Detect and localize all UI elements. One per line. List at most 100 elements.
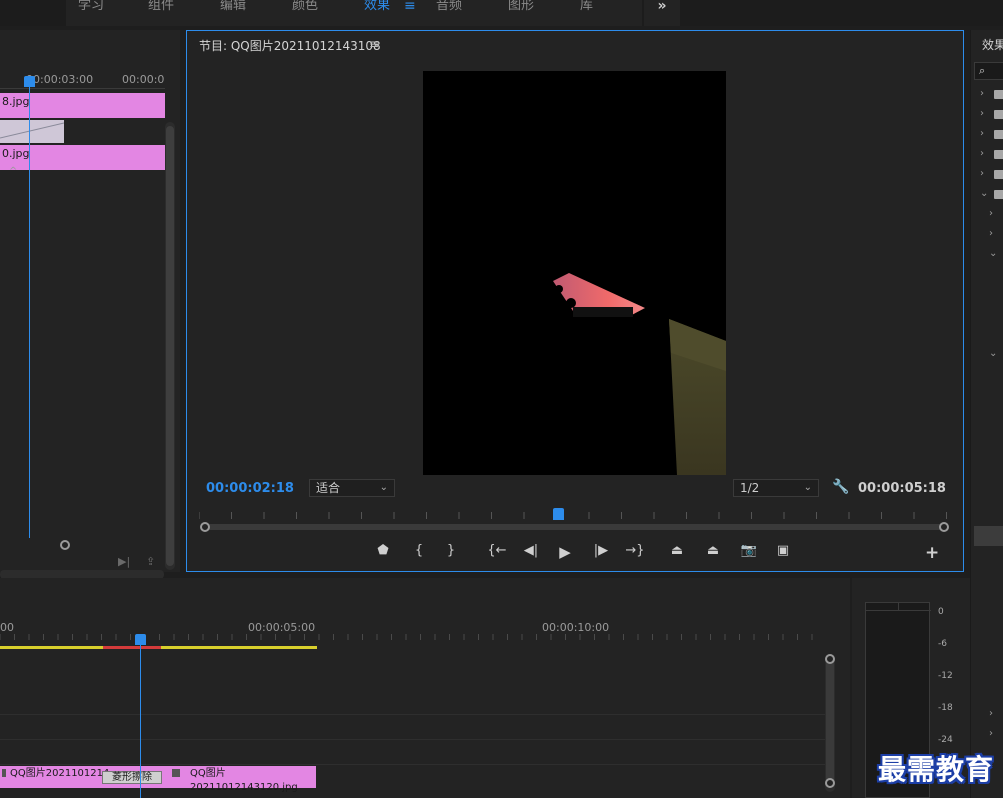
panel-menu-icon[interactable]: ≡ — [369, 37, 379, 51]
track-divider — [0, 739, 825, 740]
effects-folder[interactable]: › — [971, 148, 1003, 162]
effects-folder-open[interactable]: ⌄ — [971, 188, 1003, 202]
export-icon[interactable]: ⇪ — [146, 555, 155, 568]
transition-label[interactable]: 菱形擦除 — [102, 771, 162, 784]
fit-dropdown-value: 适合 — [316, 481, 341, 495]
effects-subfolder[interactable]: › — [971, 228, 1003, 242]
db-label: -6 — [938, 639, 947, 649]
scroll-thumb[interactable] — [166, 126, 174, 566]
step-back-button[interactable]: ◀| — [521, 543, 541, 558]
zoom-handle[interactable] — [60, 540, 70, 550]
timeline-playhead-handle[interactable] — [135, 634, 146, 645]
extract-button[interactable]: ⏏ — [703, 543, 723, 558]
mark-in-button[interactable]: { — [409, 543, 429, 558]
video-preview[interactable] — [423, 71, 726, 475]
folder-icon — [994, 110, 1003, 119]
db-label: -18 — [938, 703, 953, 713]
duration-timecode: 00:00:05:18 — [858, 481, 946, 496]
step-forward-button[interactable]: |▶ — [591, 543, 611, 558]
tab-libraries[interactable]: 库 — [580, 0, 593, 14]
timeline-playhead-line — [140, 638, 141, 798]
meter-divider — [898, 603, 899, 611]
image-icon — [172, 769, 180, 777]
tab-assembly[interactable]: 组件 — [148, 0, 174, 14]
program-title: 节目: QQ图片20211012143108 — [199, 39, 381, 53]
effects-item-selected[interactable] — [974, 526, 1003, 546]
chevron-right-icon: › — [980, 108, 984, 119]
chevron-right-icon: › — [989, 228, 993, 239]
ruler-time-label: 00 — [0, 621, 14, 634]
chevron-right-icon: › — [989, 208, 993, 219]
tab-learn[interactable]: 学习 — [78, 0, 104, 14]
effects-subfolder-open[interactable]: ⌄ — [971, 248, 1003, 262]
scroll-bottom-handle[interactable] — [825, 778, 835, 788]
playhead-handle[interactable] — [24, 76, 35, 87]
resolution-dropdown[interactable]: 1/2 ⌄ — [733, 479, 819, 497]
current-timecode[interactable]: 00:00:02:18 — [206, 481, 294, 496]
chevron-right-icon: › — [980, 88, 984, 99]
program-playhead[interactable] — [553, 508, 565, 520]
chevron-down-icon: ⌄ — [980, 188, 989, 199]
compare-view-button[interactable]: ▣ — [773, 543, 793, 558]
tab-effects[interactable]: 效果 — [364, 0, 390, 14]
program-time-ruler[interactable] — [199, 509, 949, 521]
lift-button[interactable]: ⏏ — [667, 543, 687, 558]
play-button[interactable]: ▶ — [555, 543, 575, 561]
effects-subfolder[interactable]: › — [971, 208, 1003, 222]
ruler-divider — [0, 88, 165, 89]
scrub-start-handle[interactable] — [200, 522, 210, 532]
db-label: -24 — [938, 735, 953, 745]
effects-folder[interactable]: › — [971, 88, 1003, 102]
effects-subfolder[interactable]: › — [971, 728, 1003, 742]
track-divider — [0, 714, 825, 715]
transition-clip[interactable] — [0, 120, 64, 143]
program-scrub-bar[interactable] — [203, 524, 943, 530]
mark-out-button[interactable]: } — [441, 543, 461, 558]
more-workspaces-button[interactable]: » — [644, 0, 680, 26]
chevron-up-icon: ^ — [9, 166, 18, 177]
tab-editing[interactable]: 编辑 — [220, 0, 246, 14]
hamburger-icon[interactable]: ≡ — [404, 0, 416, 14]
folder-icon — [994, 130, 1003, 139]
fit-dropdown[interactable]: 适合 ⌄ — [309, 479, 395, 497]
scrub-end-handle[interactable] — [939, 522, 949, 532]
wrench-icon[interactable]: 🔧 — [832, 479, 849, 495]
ruler-time-label: 00:00:10:00 — [542, 621, 610, 634]
go-to-in-button[interactable]: {← — [487, 543, 507, 558]
timeline-ruler[interactable] — [0, 578, 825, 640]
effects-folder[interactable]: › — [971, 108, 1003, 122]
effects-folder[interactable]: › — [971, 128, 1003, 142]
add-button[interactable]: + — [925, 543, 939, 563]
track-output-icon[interactable]: ▶| — [118, 555, 130, 568]
db-label: 0 — [938, 607, 944, 617]
effects-search-input[interactable]: ⌕ — [974, 62, 1003, 80]
tab-color[interactable]: 颜色 — [292, 0, 318, 14]
video-frame-image — [541, 273, 726, 475]
vertical-scrollbar[interactable] — [165, 122, 175, 570]
effects-subfolder-open[interactable]: ⌄ — [971, 348, 1003, 362]
go-to-out-button[interactable]: →} — [625, 543, 645, 558]
folder-icon — [994, 190, 1003, 199]
clip-label[interactable]: QQ图片20211012143120.jpg — [190, 767, 316, 795]
folder-icon — [994, 90, 1003, 99]
ruler-time-label: 00:00:0 — [122, 73, 165, 86]
effects-folder[interactable]: › — [971, 168, 1003, 182]
clip[interactable]: 8.jpg — [0, 93, 165, 118]
program-monitor: 节目: QQ图片20211012143108 ≡ 00:00:02:18 适合 … — [186, 30, 964, 572]
export-frame-button[interactable]: 📷 — [739, 543, 759, 558]
clip[interactable]: 0.jpg — [0, 145, 165, 170]
tab-graphics[interactable]: 图形 — [508, 0, 534, 14]
clip-label[interactable]: QQ图片2021101214 — [10, 767, 109, 781]
scroll-top-handle[interactable] — [825, 654, 835, 664]
playhead-line — [29, 78, 30, 538]
watermark-logo: 最需教育 — [878, 753, 995, 786]
ruler-time-label: 00:00:05:00 — [248, 621, 316, 634]
chevron-right-icon: › — [989, 708, 993, 719]
add-marker-button[interactable]: ⬟ — [373, 543, 393, 558]
timeline-clip-track: QQ图片2021101214 菱形擦除 QQ图片20211012143120.j… — [0, 766, 316, 793]
search-icon: ⌕ — [979, 64, 986, 77]
tab-audio[interactable]: 音频 — [436, 0, 462, 14]
effects-subfolder[interactable]: › — [971, 708, 1003, 722]
scroll-thumb[interactable] — [826, 660, 834, 784]
vertical-scrollbar[interactable] — [825, 654, 835, 792]
